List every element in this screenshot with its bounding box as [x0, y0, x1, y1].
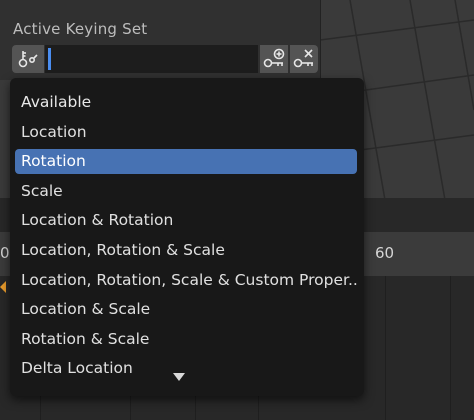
timeline-grid-line: [450, 276, 451, 420]
menu-header-available: Available: [21, 93, 92, 111]
menu-item-location-rotation-scale-custom[interactable]: Location, Rotation, Scale & Custom Prope…: [15, 268, 357, 293]
key-remove-icon: [293, 49, 313, 68]
keying-set-icon[interactable]: [12, 45, 44, 73]
key-add-icon: [263, 48, 285, 68]
menu-item-location-rotation[interactable]: Location & Rotation: [15, 208, 357, 233]
keyframe-marker-icon[interactable]: [0, 281, 6, 293]
active-keying-set-panel: Active Keying Set: [0, 0, 321, 80]
add-keying-set-button[interactable]: [260, 45, 288, 73]
menu-item-rotation-scale[interactable]: Rotation & Scale: [15, 327, 357, 352]
remove-keying-set-button[interactable]: [290, 45, 318, 73]
menu-item-location[interactable]: Location: [15, 120, 357, 145]
keying-set-search-input[interactable]: [45, 45, 258, 73]
keying-set-dropdown-menu: Available Location Rotation Scale Locati…: [10, 78, 364, 396]
timeline-grid-line: [385, 276, 386, 420]
scroll-down-icon[interactable]: [173, 373, 185, 381]
menu-item-scale[interactable]: Scale: [15, 179, 357, 204]
menu-item-delta-location[interactable]: Delta Location: [15, 356, 357, 381]
frame-number-start: 0: [0, 244, 10, 262]
menu-item-location-rotation-scale[interactable]: Location, Rotation & Scale: [15, 238, 357, 263]
keying-set-field: [12, 45, 318, 73]
frame-number-60: 60: [375, 244, 395, 262]
panel-title: Active Keying Set: [13, 20, 148, 38]
text-caret: [48, 48, 51, 70]
menu-item-location-scale[interactable]: Location & Scale: [15, 297, 357, 322]
menu-item-rotation[interactable]: Rotation: [15, 149, 357, 174]
